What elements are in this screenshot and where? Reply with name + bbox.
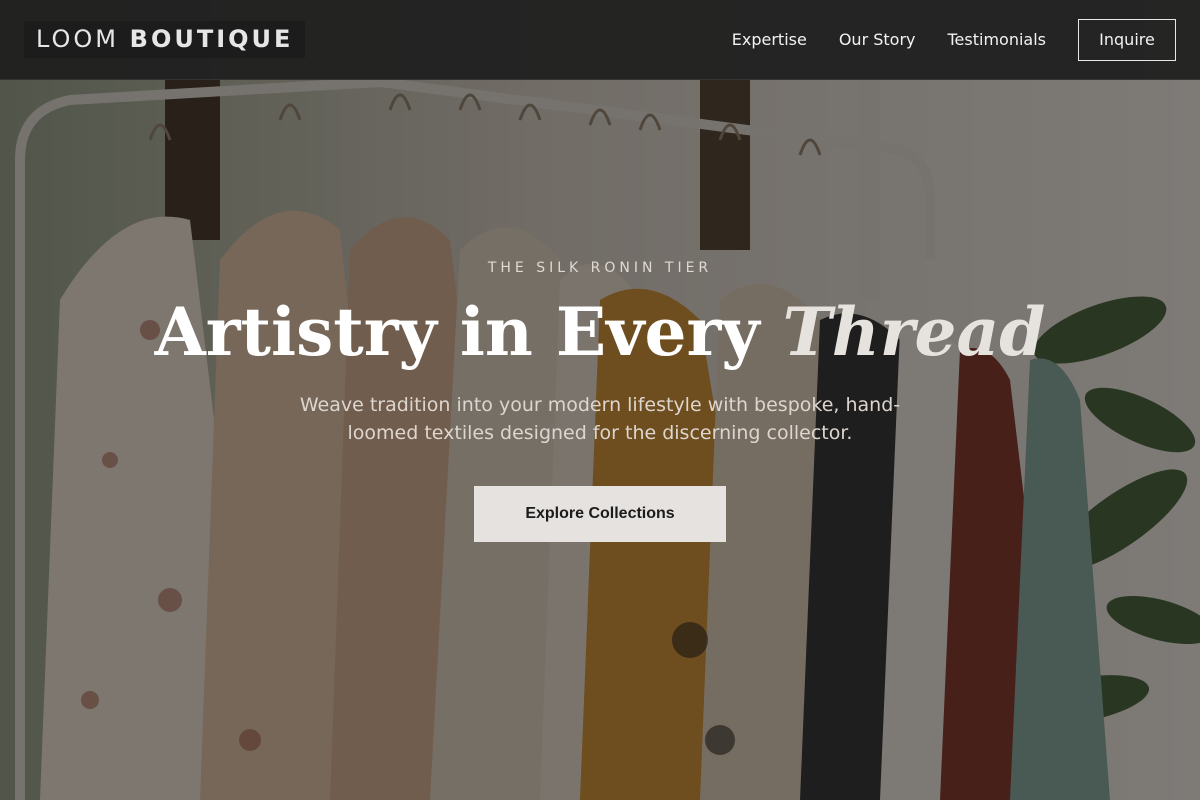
hero-headline: Artistry in Every Thread <box>0 292 1200 372</box>
hero-section: THE SILK RONIN TIER Artistry in Every Th… <box>0 0 1200 800</box>
nav-link-our-story[interactable]: Our Story <box>839 30 916 49</box>
hero-subtitle: Weave tradition into your modern lifesty… <box>299 394 901 444</box>
logo-text-bold: BOUTIQUE <box>129 25 294 53</box>
nav-link-testimonials[interactable]: Testimonials <box>948 30 1047 49</box>
logo-text-light: LOOM <box>36 25 120 53</box>
nav-links: Expertise Our Story Testimonials Inquire <box>732 18 1176 61</box>
hero-eyebrow: THE SILK RONIN TIER <box>487 260 713 276</box>
brand-logo[interactable]: LOOM BOUTIQUE <box>24 21 306 58</box>
nav-link-expertise[interactable]: Expertise <box>732 30 807 49</box>
inquire-button[interactable]: Inquire <box>1078 18 1176 61</box>
explore-collections-button[interactable]: Explore Collections <box>474 486 726 542</box>
hero-headline-accent: Thread <box>782 293 1046 371</box>
top-navigation-bar: LOOM BOUTIQUE Expertise Our Story Testim… <box>0 0 1200 80</box>
hero-headline-main: Artistry in Every <box>154 293 760 371</box>
